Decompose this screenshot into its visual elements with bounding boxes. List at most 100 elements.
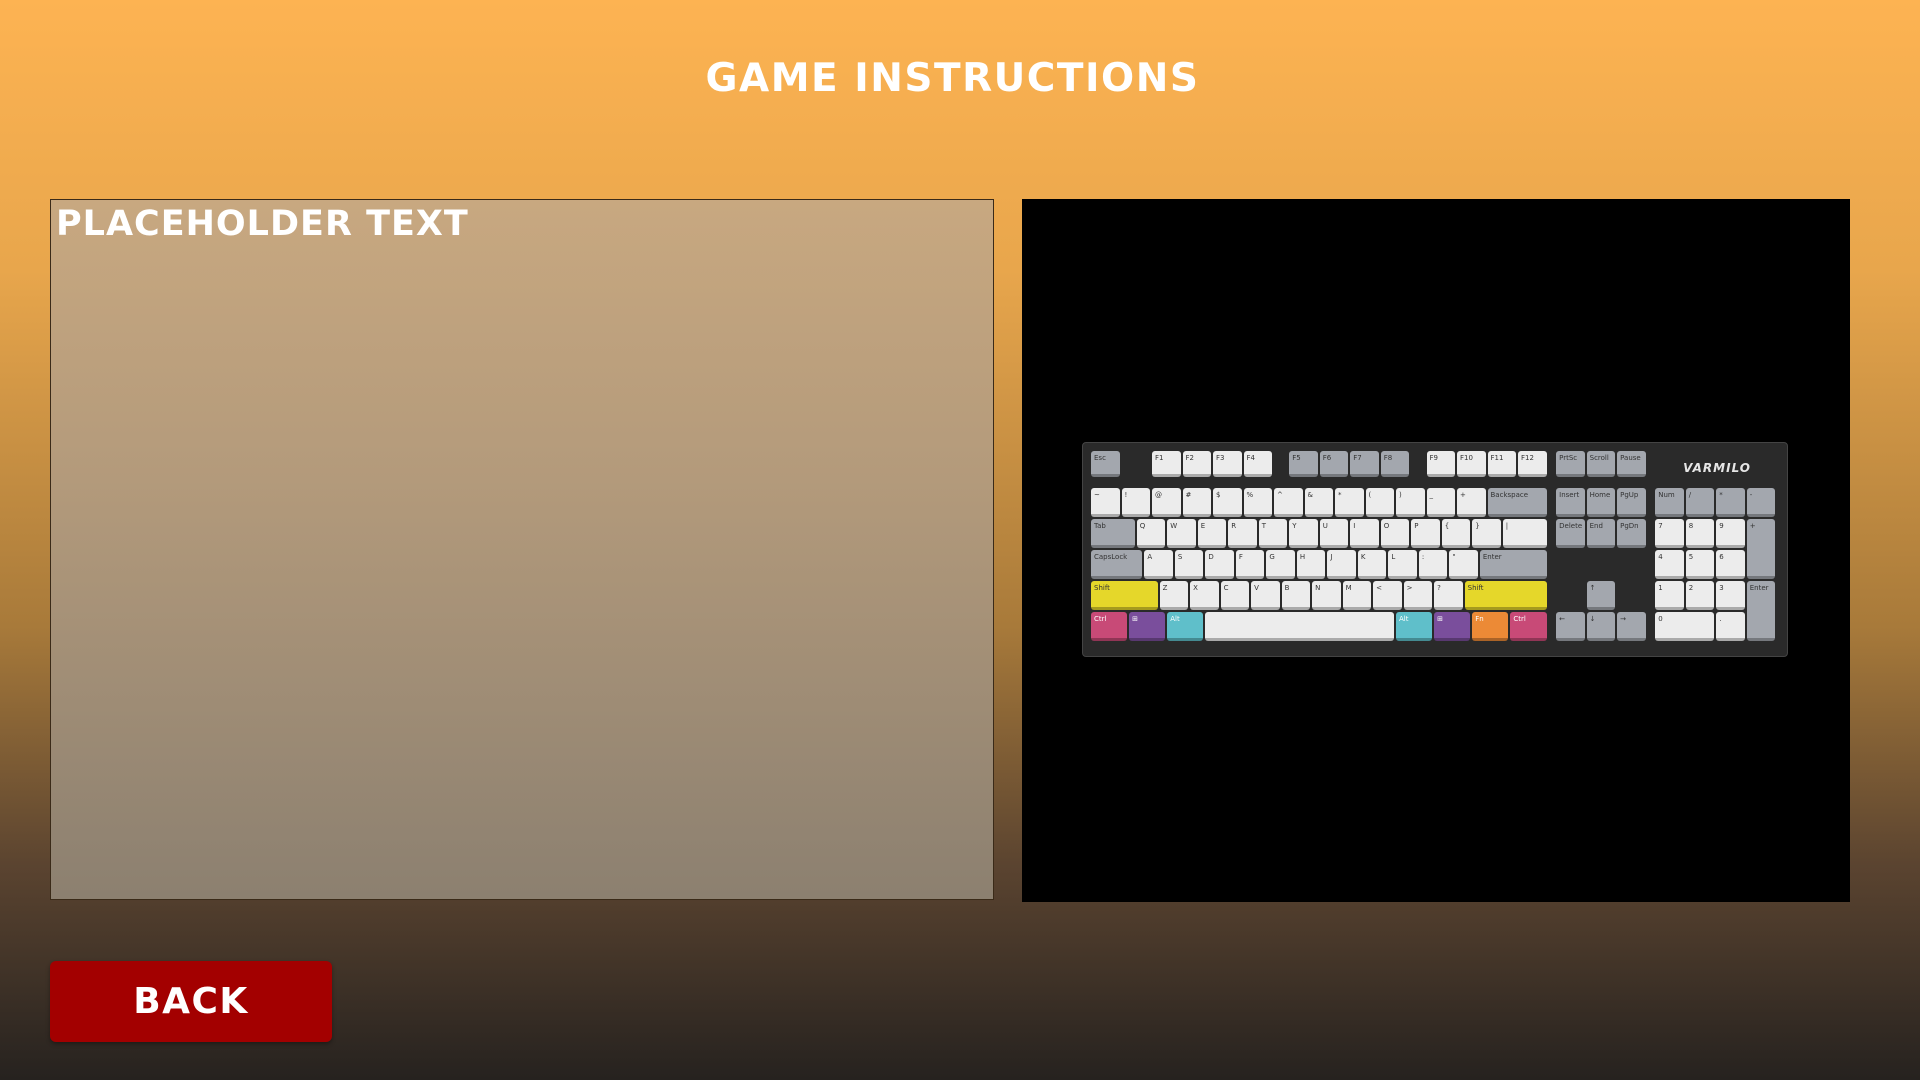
keycap: Ctrl <box>1091 612 1128 641</box>
keycap: PgDn <box>1617 519 1646 548</box>
keycap: 6 <box>1716 550 1745 579</box>
keycap: O <box>1380 519 1410 548</box>
keycap: F10 <box>1457 451 1486 477</box>
keycap: D <box>1205 550 1234 579</box>
keycap: L <box>1388 550 1417 579</box>
keycap: F5 <box>1289 451 1318 477</box>
instructions-image-panel: VARMILO Esc F1 F2 F3 F4 F5 F6 F7 F8 F9 F10 F11 F12 Pr… <box>1022 199 1850 902</box>
keycap: End <box>1586 519 1616 548</box>
keycap: ↓ <box>1586 612 1616 641</box>
keycap: I <box>1350 519 1379 548</box>
keycap: < <box>1373 581 1402 610</box>
keycap: F2 <box>1182 451 1211 477</box>
keycap: Shift <box>1464 581 1547 610</box>
keycap: 3 <box>1716 581 1745 610</box>
keycap: Alt <box>1396 612 1433 641</box>
keycap: } <box>1472 519 1501 548</box>
keycap: F <box>1235 550 1265 579</box>
keycap: ↑ <box>1586 581 1616 610</box>
keycap: # <box>1182 488 1211 517</box>
keycap: PrtSc <box>1556 451 1585 477</box>
keycap: ⊞ <box>1129 612 1166 641</box>
keycap: P <box>1411 519 1440 548</box>
keycap: N <box>1312 581 1341 610</box>
keycap: ? <box>1434 581 1463 610</box>
keycap: M <box>1342 581 1372 610</box>
keycap: 4 <box>1655 550 1684 579</box>
back-button[interactable]: BACK <box>50 961 332 1042</box>
keycap: W <box>1167 519 1196 548</box>
keycap: R <box>1228 519 1257 548</box>
keycap: T <box>1258 519 1288 548</box>
page-title: GAME INSTRUCTIONS <box>705 56 1200 101</box>
keycap: Ctrl <box>1510 612 1547 641</box>
keycap: ^ <box>1274 488 1303 517</box>
keycap: B <box>1281 581 1311 610</box>
keycap: F1 <box>1152 451 1181 477</box>
keycap: C <box>1220 581 1250 610</box>
keycap: Y <box>1289 519 1318 548</box>
keyboard-brand-logo: VARMILO <box>1683 461 1751 475</box>
keycap: ) <box>1396 488 1425 517</box>
keycap: Insert <box>1556 488 1585 517</box>
keycap: ~ <box>1091 488 1120 517</box>
keycap: & <box>1304 488 1333 517</box>
keycap: F8 <box>1380 451 1410 477</box>
keycap: F9 <box>1426 451 1455 477</box>
keycap: 9 <box>1716 519 1745 548</box>
keycap: ! <box>1121 488 1150 517</box>
keycap: J <box>1327 550 1356 579</box>
keycap: + <box>1457 488 1486 517</box>
keycap: : <box>1418 550 1448 579</box>
keycap: K <box>1357 550 1387 579</box>
keyboard-image: VARMILO Esc F1 F2 F3 F4 F5 F6 F7 F8 F9 F10 F11 F12 Pr… <box>1082 442 1788 657</box>
keycap: 8 <box>1685 519 1715 548</box>
keycap: Z <box>1159 581 1189 610</box>
keycap: F7 <box>1350 451 1379 477</box>
keycap: - <box>1746 488 1776 517</box>
keycap: F4 <box>1243 451 1272 477</box>
keycap: → <box>1617 612 1646 641</box>
keycap: Home <box>1586 488 1616 517</box>
keycap: Alt <box>1167 612 1204 641</box>
keycap <box>1205 612 1394 641</box>
keycap: Tab <box>1091 519 1135 548</box>
keycap: Delete <box>1556 519 1585 548</box>
keycap: 0 <box>1655 612 1715 641</box>
keycap: ⊞ <box>1434 612 1471 641</box>
keycap: + <box>1746 519 1776 579</box>
keycap: Scroll <box>1586 451 1616 477</box>
keycap: 1 <box>1655 581 1684 610</box>
keycap: G <box>1266 550 1295 579</box>
keycap: CapsLock <box>1091 550 1143 579</box>
keycap: S <box>1174 550 1204 579</box>
keycap: PgUp <box>1617 488 1646 517</box>
keycap: 5 <box>1685 550 1715 579</box>
keycap: * <box>1335 488 1364 517</box>
keycap: ← <box>1556 612 1585 641</box>
keycap: * <box>1716 488 1745 517</box>
keycap: F12 <box>1518 451 1547 477</box>
keycap: Q <box>1136 519 1166 548</box>
keycap: % <box>1243 488 1272 517</box>
keycap: E <box>1197 519 1227 548</box>
keycap: A <box>1144 550 1173 579</box>
keycap: ( <box>1365 488 1394 517</box>
keycap: _ <box>1426 488 1455 517</box>
keycap: Backspace <box>1487 488 1547 517</box>
keycap: @ <box>1152 488 1181 517</box>
keycap: . <box>1716 612 1745 641</box>
keycap: H <box>1296 550 1326 579</box>
keycap: Fn <box>1472 612 1509 641</box>
keycap: Shift <box>1091 581 1158 610</box>
keycap: / <box>1685 488 1715 517</box>
keycap: Pause <box>1617 451 1646 477</box>
keycap: " <box>1449 550 1478 579</box>
keycap: Esc <box>1091 451 1120 477</box>
instructions-panel: PLACEHOLDER TEXT <box>50 199 994 900</box>
keycap: > <box>1403 581 1433 610</box>
keycap: Enter <box>1746 581 1776 641</box>
keycap: F11 <box>1487 451 1516 477</box>
keycap: V <box>1251 581 1280 610</box>
keycap: { <box>1441 519 1471 548</box>
